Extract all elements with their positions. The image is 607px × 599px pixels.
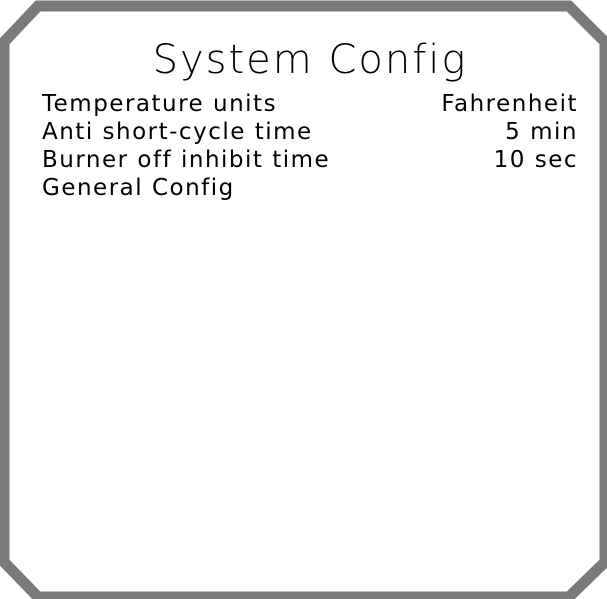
menu-item-general-config[interactable]: General Config bbox=[42, 174, 578, 202]
menu-item-value: 10 sec bbox=[493, 147, 578, 173]
menu-item-temperature-units[interactable]: Temperature units Fahrenheit bbox=[42, 90, 578, 118]
menu-item-label: Temperature units bbox=[42, 91, 278, 117]
menu-item-burner-off-inhibit-time[interactable]: Burner off inhibit time 10 sec bbox=[42, 146, 578, 174]
menu-item-value: Fahrenheit bbox=[441, 91, 578, 117]
menu-item-anti-short-cycle-time[interactable]: Anti short-cycle time 5 min bbox=[42, 118, 578, 146]
page-title: System Config bbox=[152, 37, 468, 83]
config-menu: Temperature units Fahrenheit Anti short-… bbox=[42, 90, 578, 202]
menu-item-label: General Config bbox=[42, 175, 235, 201]
menu-item-label: Anti short-cycle time bbox=[42, 119, 313, 145]
menu-item-value: 5 min bbox=[505, 119, 578, 145]
config-screen: System Config Temperature units Fahrenhe… bbox=[0, 0, 607, 599]
menu-item-label: Burner off inhibit time bbox=[42, 147, 331, 173]
